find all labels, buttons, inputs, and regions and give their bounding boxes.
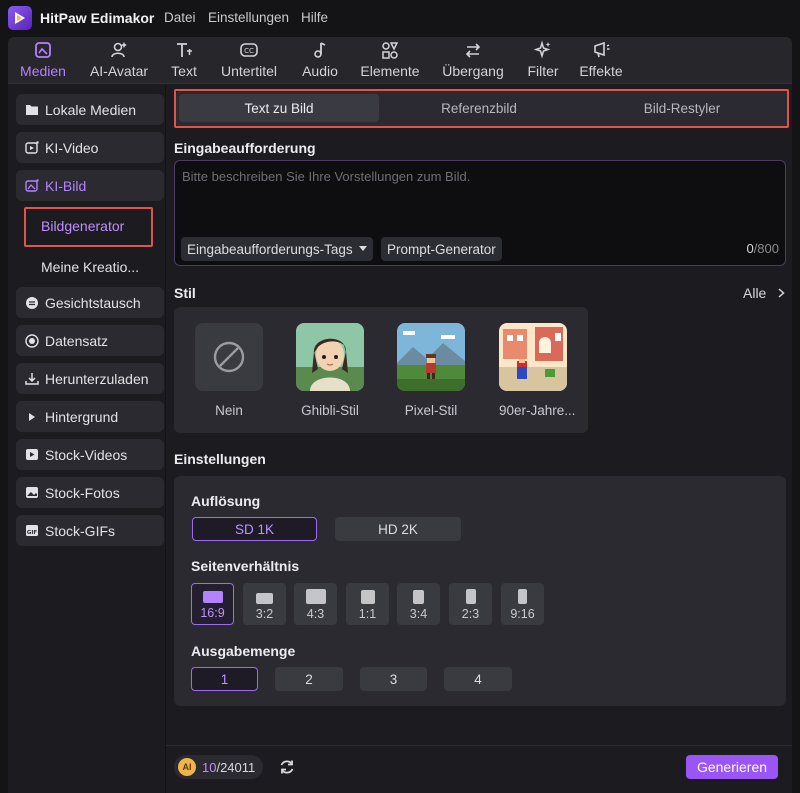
folder-icon: [25, 103, 39, 117]
aspect-3-2-shape: [256, 593, 273, 604]
sidebar-item-gesichtstausch[interactable]: Gesichtstausch: [16, 287, 164, 318]
menu-hilfe[interactable]: Hilfe: [301, 10, 328, 25]
prompt-title: Eingabeaufforderung: [174, 140, 316, 156]
dataset-icon: [25, 333, 39, 348]
media-icon: [32, 39, 54, 61]
sidebar-item-ki-video[interactable]: KI-Video: [16, 132, 164, 163]
char-counter: 0/800: [746, 241, 779, 256]
sidebar-item-ki-bild[interactable]: KI-Bild: [16, 170, 164, 201]
resolution-sd-1k[interactable]: SD 1K: [192, 517, 317, 541]
svg-text:CC: CC: [244, 47, 254, 55]
style-option-90er[interactable]: 90er-Jahre...: [499, 323, 576, 418]
sidebar-item-hintergrund[interactable]: Hintergrund: [16, 401, 164, 432]
menu-datei[interactable]: Datei: [164, 10, 196, 25]
sidebar-item-stock-gifs[interactable]: GIF Stock-GIFs: [16, 515, 164, 546]
style-all-link[interactable]: Alle: [743, 285, 785, 301]
effects-icon: [590, 39, 612, 61]
aspect-4-3-shape: [305, 589, 326, 604]
text-icon: [173, 39, 195, 61]
aspect-9-16-shape: [518, 589, 527, 604]
prompt-generator-button[interactable]: Prompt-Generator: [381, 237, 502, 261]
style-panel: Nein Ghibli-Stil Pixel-Stil 90er-Jahre..…: [174, 307, 588, 433]
quantity-1[interactable]: 1: [191, 667, 258, 691]
ghibli-thumbnail: [296, 323, 364, 391]
app-title: HitPaw Edimakor: [40, 10, 155, 26]
title-bar: HitPaw Edimakor Datei Einstellungen Hilf…: [0, 0, 800, 36]
gif-icon: GIF: [25, 524, 39, 538]
quantity-4[interactable]: 4: [444, 667, 512, 691]
style-option-ghibli[interactable]: Ghibli-Stil: [296, 323, 364, 418]
generate-button[interactable]: Generieren: [686, 755, 778, 779]
caret-right-icon: [25, 410, 39, 424]
aspect-16-9-shape: [202, 591, 223, 603]
toolbar-effekte[interactable]: Effekte: [576, 39, 626, 83]
elements-icon: [379, 39, 401, 61]
highlight-bildgenerator: [24, 207, 153, 247]
toolbar-filter[interactable]: Filter: [524, 39, 562, 83]
main-toolbar: Medien AI-Avatar Text CC Untertitel Audi…: [8, 37, 792, 84]
resolution-hd-2k[interactable]: HD 2K: [335, 517, 461, 541]
prompt-input[interactable]: Bitte beschreiben Sie Ihre Vorstellungen…: [174, 160, 786, 266]
none-icon: [195, 323, 263, 391]
sidebar-item-lokale-medien[interactable]: Lokale Medien: [16, 94, 164, 125]
toolbar-medien[interactable]: Medien: [18, 39, 68, 83]
toolbar-untertitel[interactable]: CC Untertitel: [216, 39, 282, 83]
style-option-none[interactable]: Nein: [195, 323, 263, 418]
toolbar-uebergang[interactable]: Übergang: [438, 39, 508, 83]
sidebar-item-stock-fotos[interactable]: Stock-Fotos: [16, 477, 164, 508]
sidebar-subitem-meine-kreationen[interactable]: Meine Kreatio...: [41, 259, 139, 275]
toolbar-elemente[interactable]: Elemente: [358, 39, 422, 83]
retro-90s-thumbnail: [499, 323, 567, 391]
aspect-4-3[interactable]: 4:3: [294, 583, 337, 625]
ai-video-icon: [25, 141, 39, 155]
aspect-3-4[interactable]: 3:4: [397, 583, 440, 625]
subtitle-icon: CC: [238, 39, 260, 61]
toolbar-ai-avatar[interactable]: AI-Avatar: [86, 39, 152, 83]
stock-photo-icon: [25, 486, 39, 500]
download-icon: [25, 372, 39, 386]
toolbar-audio[interactable]: Audio: [298, 39, 342, 83]
aspect-1-1[interactable]: 1:1: [346, 583, 389, 625]
resolution-title: Auflösung: [191, 493, 261, 509]
aspect-1-1-shape: [360, 590, 375, 604]
aspect-3-4-shape: [413, 590, 424, 604]
ai-coin-icon: AI: [178, 758, 196, 776]
style-title: Stil: [174, 285, 196, 301]
highlight-tabs: [174, 89, 789, 128]
quantity-title: Ausgabemenge: [191, 643, 296, 659]
toolbar-text[interactable]: Text: [168, 39, 200, 83]
settings-title: Einstellungen: [174, 451, 266, 467]
caret-down-icon: [358, 246, 367, 252]
sidebar-item-stock-videos[interactable]: Stock-Videos: [16, 439, 164, 470]
aspect-16-9[interactable]: 16:9: [191, 583, 234, 625]
stock-video-icon: [25, 448, 39, 462]
audio-icon: [309, 39, 331, 61]
face-swap-icon: [25, 296, 39, 310]
aspect-ratio-title: Seitenverhältnis: [191, 558, 300, 574]
ai-image-icon: [25, 179, 39, 193]
prompt-tags-dropdown[interactable]: Eingabeaufforderungs-Tags: [181, 237, 373, 261]
avatar-icon: [108, 39, 130, 61]
sidebar-item-herunterzuladen[interactable]: Herunterzuladen: [16, 363, 164, 394]
svg-text:GIF: GIF: [27, 530, 38, 536]
sidebar-item-datensatz[interactable]: Datensatz: [16, 325, 164, 356]
aspect-3-2[interactable]: 3:2: [243, 583, 286, 625]
app-logo-icon: [8, 6, 32, 30]
credits-display: AI 10 /24011: [174, 755, 264, 779]
aspect-2-3-shape: [465, 589, 476, 604]
filter-icon: [532, 39, 554, 61]
style-option-pixel[interactable]: Pixel-Stil: [397, 323, 465, 418]
prompt-placeholder: Bitte beschreiben Sie Ihre Vorstellungen…: [182, 169, 471, 184]
quantity-2[interactable]: 2: [275, 667, 343, 691]
aspect-2-3[interactable]: 2:3: [449, 583, 492, 625]
chevron-right-icon: [778, 288, 785, 298]
transition-icon: [462, 39, 484, 61]
refresh-icon[interactable]: [277, 757, 297, 777]
quantity-3[interactable]: 3: [360, 667, 427, 691]
pixel-thumbnail: [397, 323, 465, 391]
menu-einstellungen[interactable]: Einstellungen: [208, 10, 289, 25]
aspect-9-16[interactable]: 9:16: [501, 583, 544, 625]
